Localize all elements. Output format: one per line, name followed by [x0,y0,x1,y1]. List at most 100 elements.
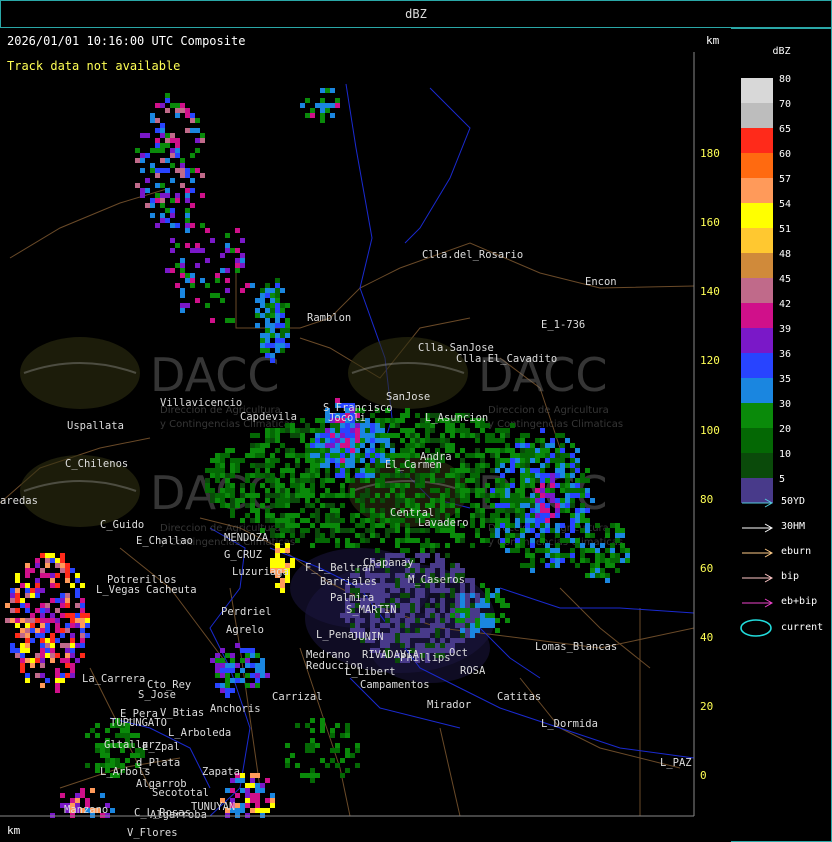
place-label: Encon [585,276,617,288]
place-label: Carrizal [272,691,323,703]
window-title: dBZ [405,7,427,21]
place-label: L_Dormida [541,718,598,730]
title-bar: dBZ [0,0,832,28]
place-label: V_Flores [127,827,178,839]
place-label: L_Pena [316,629,354,641]
place-label: Villavicencio [160,397,242,409]
track-legend-item: 30HM [741,521,831,535]
place-label: Clla.El_Cavadito [456,353,557,365]
legend-swatch [741,428,773,453]
place-label: Capdevila [240,411,297,423]
legend-swatch [741,303,773,328]
legend-swatch-label: 80 [779,74,792,85]
legend-swatch-label: 30 [779,399,792,410]
legend-swatch-label: 10 [779,449,792,460]
place-label: L_Vegas [96,584,140,596]
place-label: C_Chilenos [65,458,128,470]
legend-swatch-label: 5 [779,474,786,485]
y-tick-label: 20 [700,700,713,713]
place-label: S_Jose [138,689,176,701]
legend-swatch [741,153,773,178]
y-tick-label: 100 [700,424,720,437]
arrow-icon [742,523,774,533]
track-legend-item: bip [741,571,831,585]
radar-map[interactable]: DACCDireccion de Agriculturay Contingenc… [0,28,731,842]
legend-swatch-label: 65 [779,124,792,135]
legend-swatch-label: 54 [779,199,792,210]
legend-swatch-label: 45 [779,274,792,285]
place-label: Lavadero [418,517,469,529]
place-label: Mirador [427,699,471,711]
place-label: Campamentos [360,679,430,691]
arrow-icon [742,598,774,608]
place-label: Zapata [202,766,240,778]
legend-swatch [741,228,773,253]
legend-swatch-label: 70 [779,99,792,110]
legend-swatch-label: 60 [779,149,792,160]
place-label: L_Libert [345,666,396,678]
timestamp-label: 2026/01/01 10:16:00 UTC Composite [7,34,246,48]
place-label: Manzano [64,804,108,816]
place-label: SanJose [386,391,430,403]
legend-swatch [741,403,773,428]
place-label: Jocoli [328,412,366,424]
y-tick-label: 160 [700,216,720,229]
place-label: La_Carrera [82,673,145,685]
place-label: aredas [0,495,38,507]
legend-swatch [741,203,773,228]
place-label: Anchoris [210,703,261,715]
place-label: M_Caseros [408,574,465,586]
place-label: E_Zpal [142,741,180,753]
legend-swatch [741,453,773,478]
legend-swatch-label: 51 [779,224,792,235]
status-label: Track data not available [7,59,181,73]
place-label: El_Carmen [385,459,442,471]
place-label: E_Challao [136,535,193,547]
place-label: Luzuriaga [232,566,289,578]
track-legend-item: eburn [741,546,831,560]
place-label: MENDOZA [224,532,269,544]
y-tick-label: 60 [700,562,713,575]
place-label: L_Asuncion [425,412,488,424]
legend-swatch [741,328,773,353]
km-unit-top: km [706,34,720,47]
place-label: Algarroba [150,809,207,821]
place-label: Barriales [320,576,377,588]
legend-swatch [741,103,773,128]
place-label: d_Plata [136,757,180,769]
place-label: Uspallata [67,420,124,432]
current-ellipse-icon [740,619,772,637]
place-label: G_CRUZ [224,549,262,561]
place-label: TUPUNGATO [110,717,167,729]
place-label: JUNIN [352,631,384,643]
track-legend-label: eburn [781,546,812,557]
track-legend-label: eb+bip [781,596,818,607]
legend-swatch [741,253,773,278]
track-legend-label: 30HM [781,521,806,532]
legend-swatch-label: 39 [779,324,792,335]
place-label: Catitas [497,691,541,703]
legend-swatch-label: 20 [779,424,792,435]
y-tick-label: 0 [700,769,707,782]
place-label: Agrelo [226,624,264,636]
legend-swatch-label: 35 [779,374,792,385]
track-legend-item: 50YD [741,496,831,510]
place-label: Lomas_Blancas [535,641,617,653]
place-label: Palmira [330,592,374,604]
arrow-icon [742,573,774,583]
place-label: Secototal [152,787,209,799]
place-label: Clla.del_Rosario [422,249,523,261]
place-label: Oct [449,647,468,659]
place-label: Cacheuta [146,584,197,596]
place-label: Chapanay [363,557,414,569]
y-tick-label: 180 [700,147,720,160]
current-label: current [781,622,824,633]
legend-swatch [741,128,773,153]
y-tick-label: 140 [700,285,720,298]
track-legend-label: 50YD [781,496,806,507]
legend-title: dBZ [772,46,791,57]
track-legend-item: eb+bip [741,596,831,610]
y-tick-label: 40 [700,631,713,644]
legend-swatch [741,353,773,378]
track-legend-label: bip [781,571,800,582]
